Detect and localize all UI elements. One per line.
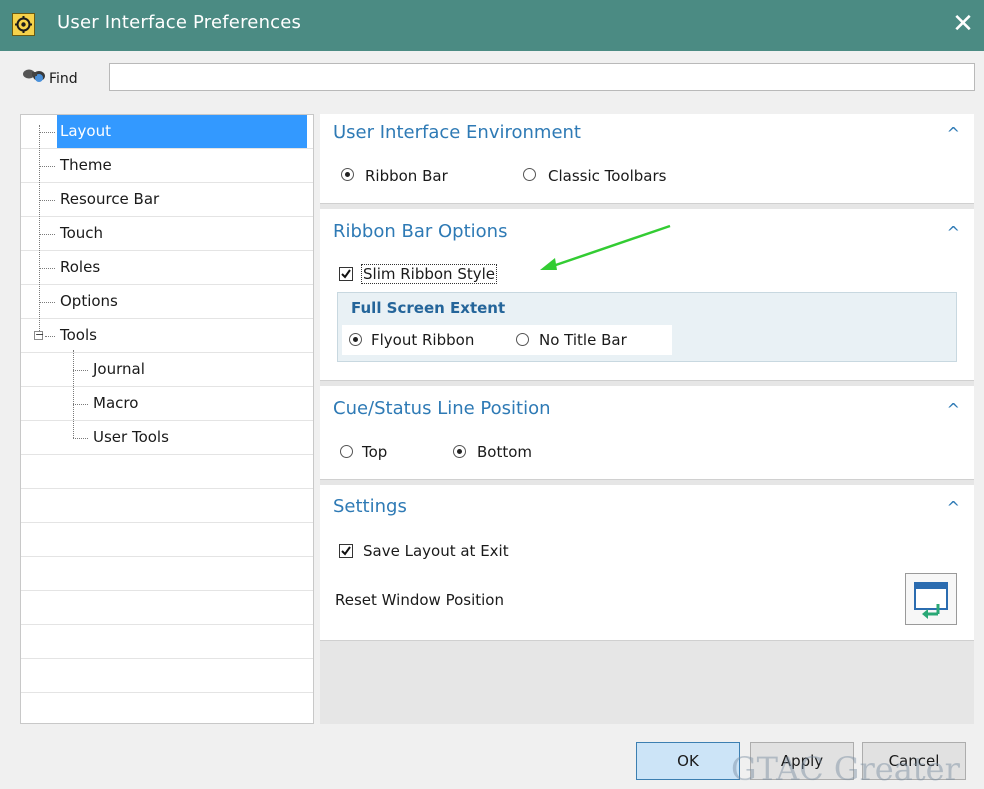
tree-item-label: Theme [60,156,112,174]
ribbon-bar-label: Ribbon Bar [365,167,448,185]
group-options-area: Flyout Ribbon No Title Bar [342,325,672,355]
tree-item-touch[interactable]: Touch [57,217,106,250]
tree-item-label: Macro [93,394,139,412]
tree-row [21,387,313,421]
tree-connector [39,166,55,167]
title-bar: User Interface Preferences ✕ [0,0,984,51]
section-title: Cue/Status Line Position [333,398,551,419]
apply-button[interactable]: Apply [750,742,854,780]
tree-row [21,557,313,591]
tree-item-label: Roles [60,258,101,276]
ok-button[interactable]: OK [636,742,740,780]
reset-window-icon [914,582,948,619]
tree-row [21,353,313,387]
collapse-icon[interactable]: ^ [947,124,960,143]
ribbon-bar-radio[interactable] [341,168,354,181]
window-title: User Interface Preferences [57,12,302,33]
tree-item-macro[interactable]: Macro [90,387,141,420]
find-label: Find [49,71,78,87]
tree-item-journal[interactable]: Journal [90,353,148,386]
tree-connector [39,200,55,201]
tree-item-label: Tools [60,326,97,344]
tree-item-tools[interactable]: Tools [57,319,100,352]
collapse-icon[interactable]: ^ [947,400,960,419]
tree-item-label: User Tools [93,428,169,446]
no-title-bar-radio[interactable] [516,333,529,346]
no-title-bar-label: No Title Bar [539,331,627,349]
tree-connector [39,268,55,269]
tree-collapse-toggle[interactable]: − [34,329,44,340]
tree-item-label: Resource Bar [60,190,160,208]
tree-item-theme[interactable]: Theme [57,149,115,182]
cue-status-section: Cue/Status Line Position ^ Top Bottom [320,386,974,480]
tree-item-options[interactable]: Options [57,285,121,318]
tree-item-label: Options [60,292,118,310]
tree-item-resource-bar[interactable]: Resource Bar [57,183,162,216]
slim-ribbon-checkbox[interactable] [339,267,353,281]
tree-connector [39,302,55,303]
close-button[interactable]: ✕ [948,9,978,39]
ui-environment-section: User Interface Environment ^ Ribbon Bar … [320,114,974,204]
tree-row [21,693,313,723]
classic-toolbars-label: Classic Toolbars [548,167,667,185]
settings-section: Settings ^ Save Layout at Exit Reset Win… [320,485,974,641]
tree-connector [45,336,55,337]
classic-toolbars-radio[interactable] [523,168,536,181]
collapse-icon[interactable]: ^ [947,223,960,242]
tree-row [21,489,313,523]
tree-row [21,659,313,693]
tree-item-user-tools[interactable]: User Tools [90,421,172,454]
tree-item-label: Touch [60,224,104,242]
binoculars-icon [22,66,48,90]
bottom-radio[interactable] [453,445,466,458]
tree-connector [73,370,88,371]
reset-window-label: Reset Window Position [335,591,504,609]
flyout-ribbon-label: Flyout Ribbon [371,331,475,349]
tree-item-layout[interactable]: Layout [57,115,307,148]
tree-row [21,455,313,489]
section-title: Settings [333,496,407,517]
group-title: Full Screen Extent [351,299,506,317]
save-layout-checkbox[interactable] [339,544,353,558]
collapse-icon[interactable]: ^ [947,498,960,517]
full-screen-extent-group: Full Screen Extent Flyout Ribbon No Titl… [337,292,957,362]
tree-item-roles[interactable]: Roles [57,251,103,284]
annotation-arrow [540,224,671,270]
tree-row [21,523,313,557]
cancel-button[interactable]: Cancel [862,742,966,780]
tree-row [21,591,313,625]
slim-ribbon-label: Slim Ribbon Style [361,264,497,284]
flyout-ribbon-radio[interactable] [349,333,362,346]
category-tree: − Layout Theme Resource Bar Touch Roles … [20,114,314,724]
tree-connector [73,438,88,439]
tree-connector [73,350,74,438]
tree-item-label: Layout [60,122,111,140]
bottom-label: Bottom [477,443,533,461]
section-title: User Interface Environment [333,122,581,143]
preferences-gear-icon [12,13,35,36]
tree-connector [39,125,40,335]
top-label: Top [362,443,388,461]
reset-window-position-button[interactable] [905,573,957,625]
tree-connector [39,132,55,133]
top-radio[interactable] [340,445,353,458]
find-input[interactable] [109,63,975,91]
section-title: Ribbon Bar Options [333,221,508,242]
tree-connector [39,234,55,235]
save-layout-label: Save Layout at Exit [363,542,509,560]
tree-item-label: Journal [93,360,145,378]
tree-connector [73,404,88,405]
tree-row [21,625,313,659]
